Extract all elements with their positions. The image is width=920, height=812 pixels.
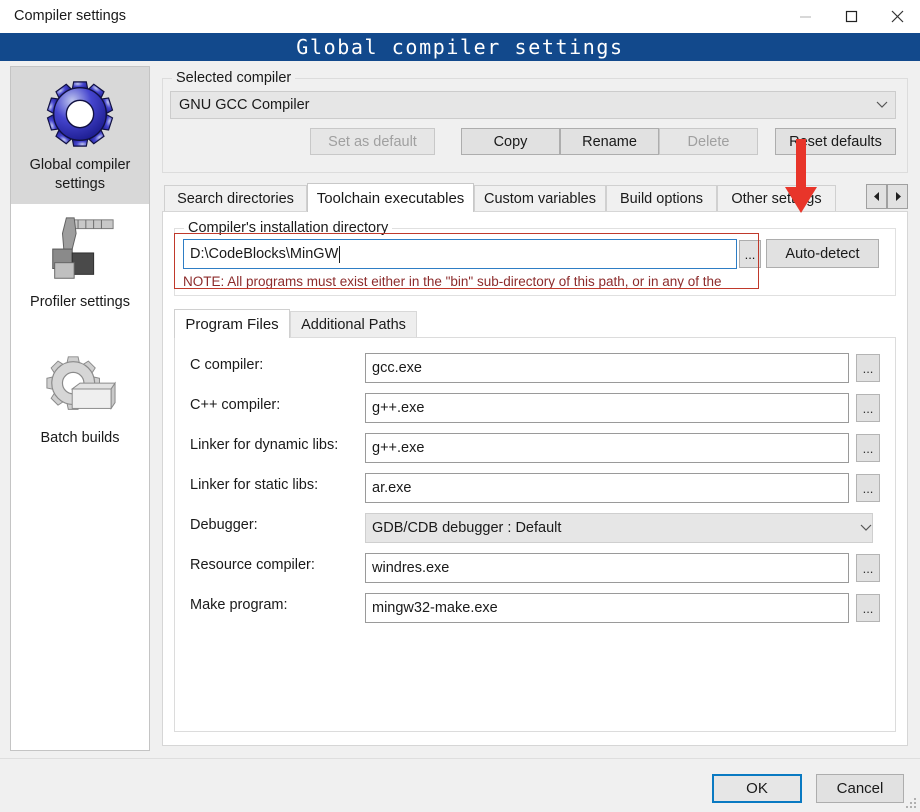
chevron-down-icon — [860, 520, 872, 536]
annotation-arrow-icon — [778, 139, 824, 217]
inner-tab-additional-paths[interactable]: Additional Paths — [290, 311, 417, 337]
field-row-debugger: Debugger: GDB/CDB debugger : Default — [175, 513, 897, 543]
field-row-make-program: Make program: mingw32-make.exe ... — [175, 593, 897, 623]
close-button[interactable] — [874, 0, 920, 33]
linker-static-label: Linker for static libs: — [190, 477, 319, 493]
dialog-body: Global compiler settings Profiler settin… — [0, 61, 920, 758]
compiler-select[interactable]: GNU GCC Compiler — [170, 91, 896, 119]
cpp-compiler-input[interactable]: g++.exe — [365, 393, 849, 423]
linker-dynamic-label: Linker for dynamic libs: — [190, 437, 339, 453]
set-as-default-button[interactable]: Set as default — [310, 128, 435, 155]
make-program-browse-button[interactable]: ... — [856, 594, 880, 622]
window-controls — [782, 0, 920, 33]
rename-button[interactable]: Rename — [560, 128, 659, 155]
compiler-select-value: GNU GCC Compiler — [179, 97, 310, 113]
text-caret — [339, 245, 341, 263]
delete-button[interactable]: Delete — [659, 128, 758, 155]
resize-grip[interactable] — [905, 797, 917, 809]
page-banner: Global compiler settings — [0, 33, 920, 61]
resource-compiler-input[interactable]: windres.exe — [365, 553, 849, 583]
maximize-button[interactable] — [828, 0, 874, 33]
sidebar: Global compiler settings Profiler settin… — [10, 66, 150, 751]
debugger-label: Debugger: — [190, 517, 258, 533]
inner-tab-program-files[interactable]: Program Files — [174, 309, 290, 338]
dialog-footer: OK Cancel — [0, 758, 920, 812]
cancel-button[interactable]: Cancel — [816, 774, 904, 803]
window-title: Compiler settings — [14, 8, 127, 24]
sidebar-item-label: Profiler settings — [30, 294, 130, 310]
title-bar: Compiler settings — [0, 0, 920, 33]
c-compiler-label: C compiler: — [190, 357, 264, 373]
installation-directory-group-title: Compiler's installation directory — [184, 220, 393, 236]
page-title: Global compiler settings — [296, 35, 624, 59]
tab-scroll-controls — [866, 184, 908, 209]
sidebar-item-global-compiler-settings[interactable]: Global compiler settings — [11, 67, 149, 204]
field-row-linker-dynamic: Linker for dynamic libs: g++.exe ... — [175, 433, 897, 463]
linker-static-browse-button[interactable]: ... — [856, 474, 880, 502]
ok-button[interactable]: OK — [712, 774, 802, 803]
sidebar-item-label: Batch builds — [40, 430, 120, 446]
field-row-c-compiler: C compiler: gcc.exe ... — [175, 353, 897, 383]
cpp-compiler-label: C++ compiler: — [190, 397, 281, 413]
sidebar-item-label: Global compiler settings — [29, 157, 131, 192]
chevron-down-icon — [869, 101, 895, 109]
installation-path-input[interactable]: D:\CodeBlocks\MinGW — [183, 239, 737, 269]
sidebar-item-profiler-settings[interactable]: Profiler settings — [11, 204, 149, 322]
make-program-input[interactable]: mingw32-make.exe — [365, 593, 849, 623]
program-files-page: C compiler: gcc.exe ... C++ compiler: g+… — [174, 337, 896, 732]
program-files-tabstrip: Program Files Additional Paths — [174, 309, 896, 338]
main-panel: Selected compiler GNU GCC Compiler Set a… — [160, 66, 910, 751]
tab-build-options[interactable]: Build options — [606, 185, 717, 211]
auto-detect-button[interactable]: Auto-detect — [766, 239, 879, 268]
cpp-compiler-browse-button[interactable]: ... — [856, 394, 880, 422]
caliper-blocks-icon — [41, 214, 119, 288]
c-compiler-browse-button[interactable]: ... — [856, 354, 880, 382]
debugger-select[interactable]: GDB/CDB debugger : Default — [365, 513, 873, 543]
tab-toolchain-executables[interactable]: Toolchain executables — [307, 183, 474, 212]
copy-button[interactable]: Copy — [461, 128, 560, 155]
toolchain-executables-page: Compiler's installation directory D:\Cod… — [162, 139, 908, 746]
c-compiler-input[interactable]: gcc.exe — [365, 353, 849, 383]
field-row-resource-compiler: Resource compiler: windres.exe ... — [175, 553, 897, 583]
linker-dynamic-browse-button[interactable]: ... — [856, 434, 880, 462]
resource-compiler-label: Resource compiler: — [190, 557, 315, 573]
linker-static-input[interactable]: ar.exe — [365, 473, 849, 503]
gear-stack-icon — [41, 350, 119, 424]
make-program-label: Make program: — [190, 597, 288, 613]
minimize-button[interactable] — [782, 0, 828, 33]
debugger-select-value: GDB/CDB debugger : Default — [372, 520, 562, 536]
browse-path-button[interactable]: ... — [739, 240, 761, 268]
field-row-cpp-compiler: C++ compiler: g++.exe ... — [175, 393, 897, 423]
compiler-settings-dialog: Compiler settings Global compiler settin… — [0, 0, 920, 812]
tab-search-directories[interactable]: Search directories — [164, 185, 307, 211]
linker-dynamic-input[interactable]: g++.exe — [365, 433, 849, 463]
field-row-linker-static: Linker for static libs: ar.exe ... — [175, 473, 897, 503]
installation-path-value: D:\CodeBlocks\MinGW — [190, 246, 339, 262]
installation-note: NOTE: All programs must exist either in … — [183, 274, 722, 289]
sidebar-item-batch-builds[interactable]: Batch builds — [11, 340, 149, 458]
blue-gear-icon — [41, 77, 119, 151]
tab-scroll-left-button[interactable] — [866, 184, 887, 209]
tab-custom-variables[interactable]: Custom variables — [474, 185, 606, 211]
tab-scroll-right-button[interactable] — [887, 184, 908, 209]
selected-compiler-group-title: Selected compiler — [172, 70, 296, 86]
resource-compiler-browse-button[interactable]: ... — [856, 554, 880, 582]
